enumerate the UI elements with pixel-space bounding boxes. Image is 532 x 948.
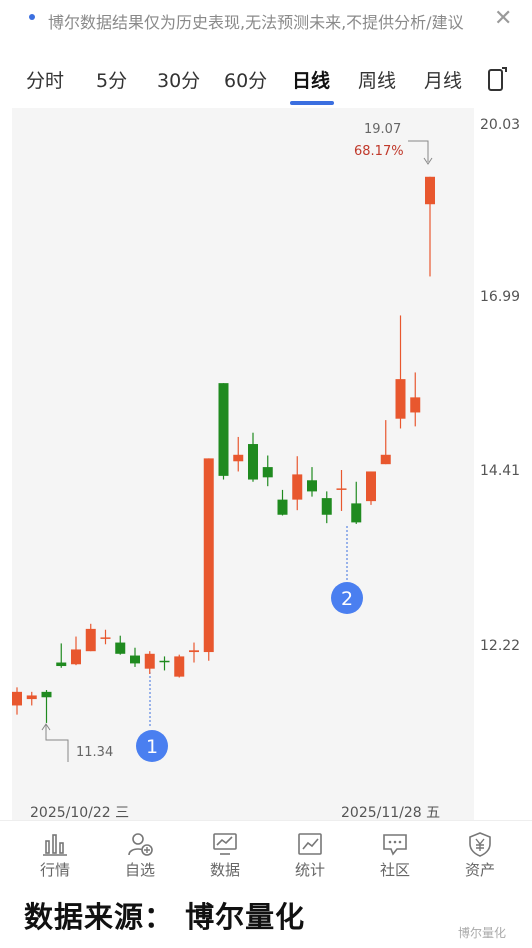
candle-body [130, 655, 140, 664]
candle-body [218, 383, 229, 476]
watermark: 博尔量化 [458, 926, 507, 940]
candle-body [203, 458, 214, 653]
candle-body [425, 176, 435, 205]
candle-body [41, 691, 52, 698]
annotation-number: 2 [341, 588, 353, 610]
candle-body [380, 454, 391, 465]
candle-body [262, 467, 273, 478]
nav-watchlist[interactable]: 自选 [110, 831, 170, 880]
candle-body [174, 656, 185, 677]
nav-label: 自选 [124, 861, 155, 879]
candle-body [144, 653, 155, 669]
bar-chart-icon [43, 834, 67, 856]
annotation-number: 1 [146, 736, 158, 758]
candles-group [12, 176, 435, 723]
nav-data[interactable]: 数据 [195, 831, 255, 880]
candle-body [410, 397, 421, 413]
candle-body [351, 503, 362, 523]
nav-statistics[interactable]: 统计 [280, 831, 340, 880]
candle-body [307, 480, 317, 492]
candle-body [336, 488, 347, 490]
candle-body [56, 662, 67, 667]
shield-yen-icon [469, 832, 491, 857]
nav-assets[interactable]: 资产 [450, 831, 510, 880]
nav-label: 资产 [464, 861, 495, 879]
candle-body [26, 695, 37, 700]
nav-label: 统计 [294, 861, 325, 879]
candle-body [248, 444, 258, 480]
end-date: 2025/11/28 五 [341, 805, 441, 821]
nav-community[interactable]: 社区 [365, 831, 425, 880]
user-add-icon [128, 833, 153, 856]
candlestick-chart: 19.07 68.17% 11.34 1 2 [12, 122, 435, 762]
candle-body [292, 474, 303, 500]
bottom-navigation: 行情 自选 数据 统计 社区 资产 [0, 820, 532, 890]
candle-body [366, 471, 376, 502]
candle-body [100, 637, 111, 639]
monitor-chart-icon [213, 833, 237, 855]
chat-bubble-icon [383, 834, 407, 856]
nav-label: 数据 [209, 861, 240, 879]
trend-chart-icon [298, 833, 322, 855]
nav-label: 行情 [39, 861, 70, 879]
candle-body [71, 649, 81, 665]
high-pct-label: 68.17% [354, 144, 404, 159]
nav-market[interactable]: 行情 [25, 831, 85, 880]
low-price-label: 11.34 [76, 745, 113, 760]
nav-label: 社区 [379, 861, 410, 879]
data-source-caption: 数据来源： 博尔量化 [24, 900, 306, 934]
start-date: 2025/10/22 三 [30, 805, 130, 821]
candle-body [115, 642, 126, 654]
candle-body [159, 660, 170, 663]
candle-body [277, 499, 288, 515]
candle-body [233, 454, 244, 462]
candle-body [85, 628, 96, 652]
candle-body [321, 498, 332, 515]
candle-body [189, 650, 199, 653]
candle-body [395, 379, 406, 419]
high-price-label: 19.07 [364, 122, 401, 137]
candle-body [12, 691, 22, 706]
